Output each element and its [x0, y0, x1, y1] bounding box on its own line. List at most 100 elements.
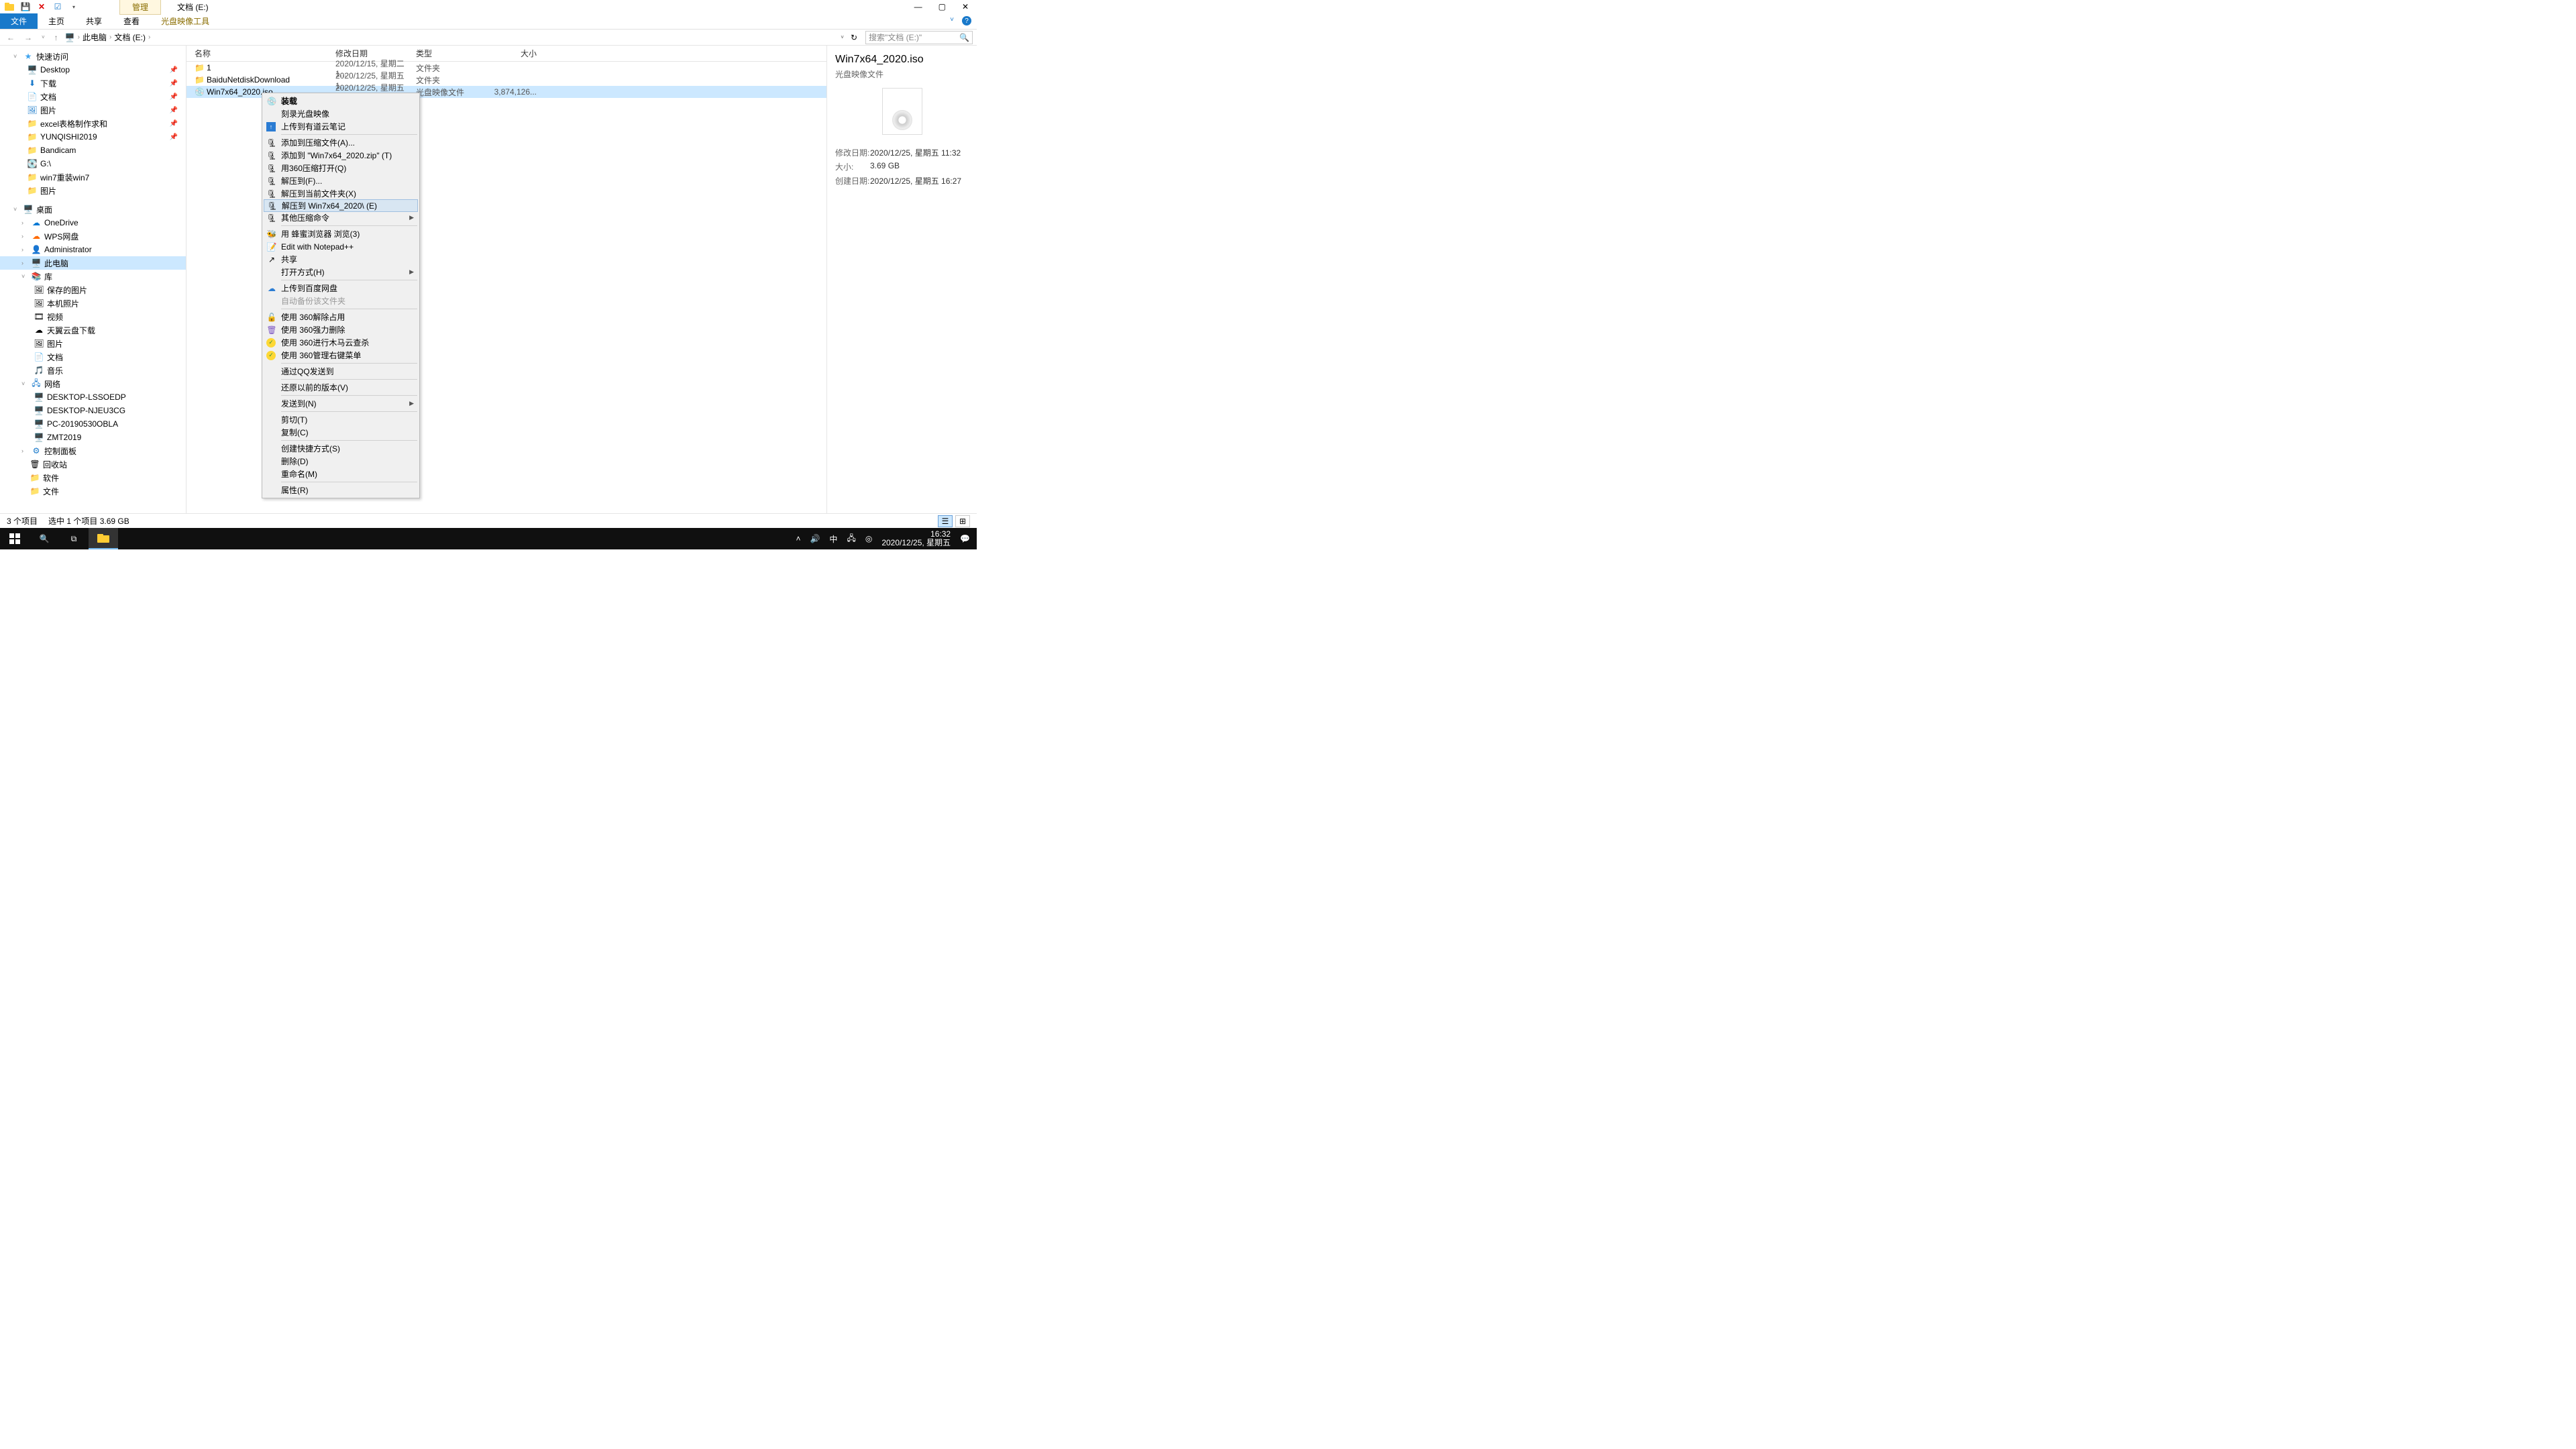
close-button[interactable]: ✕: [962, 2, 969, 11]
ctx-rename[interactable]: 重命名(M): [264, 468, 418, 480]
crumb-thispc[interactable]: 此电脑: [83, 32, 107, 43]
nav-saved-pictures[interactable]: 🖼保存的图片: [0, 283, 186, 297]
minimize-button[interactable]: —: [914, 2, 922, 11]
ctx-bee-browser[interactable]: 🐝用 蜂蜜浏览器 浏览(3): [264, 227, 418, 240]
chevron-right-icon[interactable]: ›: [148, 34, 150, 41]
ctx-create-shortcut[interactable]: 创建快捷方式(S): [264, 442, 418, 455]
ctx-share[interactable]: ↗共享: [264, 253, 418, 266]
nav-documents[interactable]: 📄文档📌: [0, 90, 186, 103]
col-name[interactable]: 名称: [195, 48, 335, 59]
nav-libraries[interactable]: ˅📚库: [0, 270, 186, 283]
nav-quick-access[interactable]: ˅★快速访问: [0, 50, 186, 63]
bandicam-tray-icon[interactable]: ◎: [865, 534, 872, 543]
ctx-other-zip[interactable]: 🗜其他压缩命令▶: [264, 211, 418, 224]
ctx-delete[interactable]: 删除(D): [264, 455, 418, 468]
ctx-cut[interactable]: 剪切(T): [264, 413, 418, 426]
address-history-dropdown[interactable]: ˅: [841, 34, 844, 40]
ctx-properties[interactable]: 属性(R): [264, 484, 418, 496]
ctx-open-360zip[interactable]: 🗜用360压缩打开(Q): [264, 162, 418, 174]
tray-overflow-icon[interactable]: ˄: [796, 534, 800, 543]
ime-indicator[interactable]: 中: [829, 533, 837, 545]
nav-back-button[interactable]: ←: [4, 33, 17, 42]
col-type[interactable]: 类型: [416, 48, 483, 59]
ctx-360-force-delete[interactable]: 🗑使用 360强力删除: [264, 323, 418, 336]
crumb-location[interactable]: 文档 (E:): [114, 32, 146, 43]
nav-control-panel[interactable]: ›⚙控制面板: [0, 444, 186, 458]
nav-g-drive[interactable]: 💽G:\: [0, 157, 186, 170]
ctx-open-with[interactable]: 打开方式(H)▶: [264, 266, 418, 278]
nav-tianyi[interactable]: ☁天翼云盘下载: [0, 323, 186, 337]
ctx-youdao[interactable]: ↑上传到有道云笔记: [264, 120, 418, 133]
nav-recent-dropdown[interactable]: ˅: [39, 34, 48, 40]
ctx-extract-here[interactable]: 🗜解压到当前文件夹(X): [264, 187, 418, 200]
nav-software[interactable]: 📁软件: [0, 471, 186, 484]
nav-music[interactable]: 🎵音乐: [0, 364, 186, 377]
nav-pictures-2[interactable]: 📁图片: [0, 184, 186, 197]
qat-clear-icon[interactable]: ✕: [36, 1, 47, 12]
nav-pc4[interactable]: 🖥️ZMT2019: [0, 431, 186, 444]
ctx-add-zip[interactable]: 🗜添加到 "Win7x64_2020.zip" (T): [264, 149, 418, 162]
nav-bandicam[interactable]: 📁Bandicam: [0, 144, 186, 157]
nav-wps-cloud[interactable]: ›☁WPS网盘: [0, 229, 186, 243]
ctx-360-trojan-scan[interactable]: ✓使用 360进行木马云查杀: [264, 336, 418, 349]
help-icon[interactable]: ?: [962, 16, 971, 25]
nav-recycle-bin[interactable]: 🗑回收站: [0, 458, 186, 471]
maximize-button[interactable]: ▢: [938, 2, 946, 11]
nav-pc3[interactable]: 🖥️PC-20190530OBLA: [0, 417, 186, 431]
ctx-extract-to[interactable]: 🗜解压到(F)...: [264, 174, 418, 187]
ctx-360-unlock[interactable]: 🔓使用 360解除占用: [264, 311, 418, 323]
ctx-mount[interactable]: 💿装载: [264, 95, 418, 107]
tab-disc-tools[interactable]: 光盘映像工具: [150, 13, 220, 29]
ctx-notepadpp[interactable]: 📝Edit with Notepad++: [264, 240, 418, 253]
ctx-extract-named[interactable]: 🗜解压到 Win7x64_2020\ (E): [264, 199, 418, 212]
qat-dropdown-icon[interactable]: ▾: [68, 1, 79, 12]
file-row[interactable]: 📁 BaiduNetdiskDownload2020/12/25, 星期五 1.…: [186, 74, 826, 86]
nav-this-pc[interactable]: ›🖥️此电脑: [0, 256, 186, 270]
chevron-right-icon[interactable]: ›: [109, 34, 111, 41]
network-icon[interactable]: 🖧: [847, 532, 855, 546]
ctx-baidu-upload[interactable]: ☁上传到百度网盘: [264, 282, 418, 294]
ctx-send-to[interactable]: 发送到(N)▶: [264, 397, 418, 410]
taskbar-clock[interactable]: 16:32 2020/12/25, 星期五: [881, 530, 951, 547]
ctx-copy[interactable]: 复制(C): [264, 426, 418, 439]
nav-documents-3[interactable]: 📄文档: [0, 350, 186, 364]
nav-up-button[interactable]: ↑: [52, 33, 61, 42]
refresh-button[interactable]: ↻: [851, 33, 857, 42]
nav-downloads[interactable]: ⬇下载📌: [0, 76, 186, 90]
nav-administrator[interactable]: ›👤Administrator: [0, 243, 186, 256]
nav-local-photos[interactable]: 🖼本机照片: [0, 297, 186, 310]
ctx-360-manage-menu[interactable]: ✓使用 360管理右键菜单: [264, 349, 418, 362]
nav-onedrive[interactable]: ›☁OneDrive: [0, 216, 186, 229]
ctx-burn[interactable]: 刻录光盘映像: [264, 107, 418, 120]
tab-view[interactable]: 查看: [113, 13, 150, 29]
tab-home[interactable]: 主页: [38, 13, 75, 29]
nav-excel-folder[interactable]: 📁excel表格制作求和📌: [0, 117, 186, 130]
task-view-button[interactable]: ⧉: [59, 528, 89, 549]
view-details-button[interactable]: ☰: [938, 515, 953, 527]
nav-files[interactable]: 📁文件: [0, 484, 186, 498]
nav-network[interactable]: ˅🖧网络: [0, 377, 186, 390]
qat-properties-icon[interactable]: ☑: [52, 1, 63, 12]
nav-forward-button[interactable]: →: [21, 33, 35, 42]
chevron-right-icon[interactable]: ›: [78, 34, 80, 41]
tab-share[interactable]: 共享: [75, 13, 113, 29]
breadcrumb[interactable]: 🖥️ › 此电脑 › 文档 (E:) › ˅ ↻: [65, 32, 861, 43]
col-size[interactable]: 大小: [483, 48, 537, 59]
ctx-add-archive[interactable]: 🗜添加到压缩文件(A)...: [264, 136, 418, 149]
ribbon-expand-icon[interactable]: ˅: [950, 16, 954, 26]
search-input[interactable]: 搜索"文档 (E:)" 🔍: [865, 31, 973, 44]
nav-yunqishi[interactable]: 📁YUNQISHI2019📌: [0, 130, 186, 144]
ctx-qq-send[interactable]: 通过QQ发送到: [264, 365, 418, 378]
nav-pictures-3[interactable]: 🖼图片: [0, 337, 186, 350]
volume-icon[interactable]: 🔊: [810, 534, 820, 543]
nav-pictures[interactable]: 🖼图片📌: [0, 103, 186, 117]
view-thumbnails-button[interactable]: ⊞: [955, 515, 970, 527]
nav-pc1[interactable]: 🖥️DESKTOP-LSSOEDP: [0, 390, 186, 404]
nav-desktop-root[interactable]: ˅🖥️桌面: [0, 203, 186, 216]
ribbon-context-tab[interactable]: 管理: [119, 0, 161, 15]
taskbar-explorer[interactable]: [89, 528, 118, 549]
nav-video[interactable]: 🎞视频: [0, 310, 186, 323]
nav-win7reinstall[interactable]: 📁win7重装win7: [0, 170, 186, 184]
search-button[interactable]: 🔍: [30, 528, 59, 549]
action-center-icon[interactable]: 💬: [960, 534, 970, 543]
